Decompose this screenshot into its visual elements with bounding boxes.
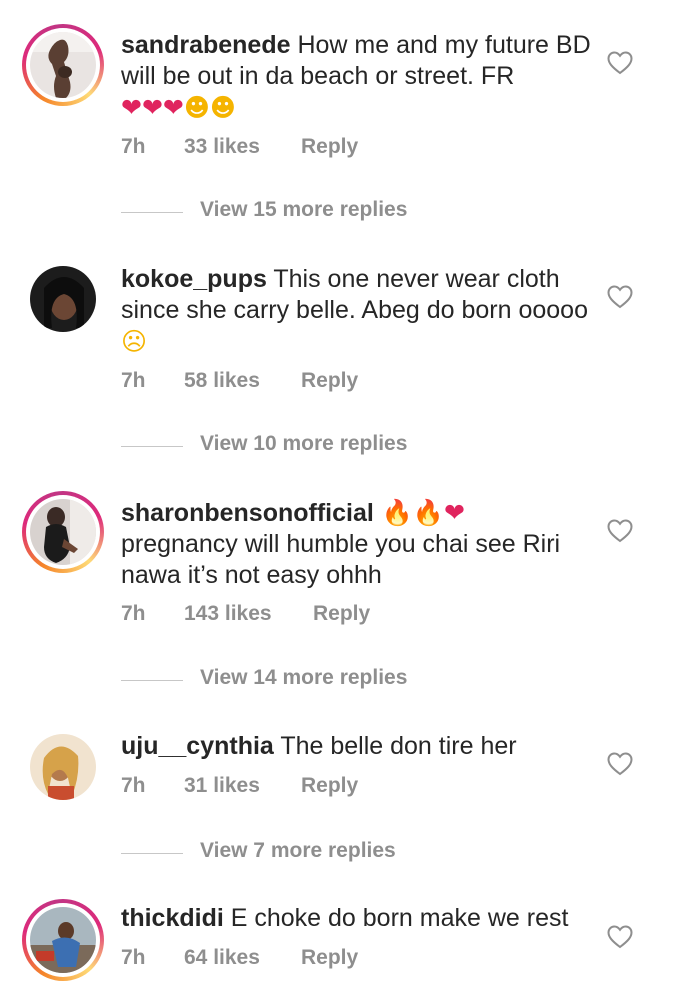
reply-button[interactable]: Reply <box>301 135 358 159</box>
comment-likes[interactable]: 64 likes <box>184 946 260 970</box>
comment-text: pregnancy will humble you chai see Riri … <box>121 530 561 589</box>
comment-username[interactable]: uju__cynthia <box>121 732 274 760</box>
comment-time: 7h <box>121 369 146 392</box>
emoji-hearts-faces: ❤❤❤☻☻ <box>121 93 236 122</box>
comment-time: 7h <box>121 774 146 797</box>
comment-body: sandrabenede How me and my future BD wil… <box>121 30 591 124</box>
comment-body: kokoe_pups This one never wear cloth sin… <box>121 264 591 358</box>
comment-text: The belle don tire her <box>273 732 517 760</box>
view-replies-label[interactable]: View 7 more replies <box>200 839 396 863</box>
comment-likes[interactable]: 33 likes <box>184 135 260 159</box>
heart-outline-icon[interactable] <box>607 519 633 543</box>
comment-time: 7h <box>121 946 146 969</box>
comment-body: sharonbensonofficial 🔥🔥❤ pregnancy will … <box>121 497 591 591</box>
comment-username[interactable]: sandrabenede <box>121 31 291 59</box>
comment-likes[interactable]: 143 likes <box>184 602 272 626</box>
comment-body: thickdidi E choke do born make we rest <box>121 903 591 934</box>
avatar[interactable] <box>30 734 96 800</box>
comment-time: 7h <box>121 602 146 625</box>
avatar[interactable] <box>22 24 104 106</box>
comment-time: 7h <box>121 135 146 158</box>
reply-button[interactable]: Reply <box>301 774 358 798</box>
heart-outline-icon[interactable] <box>607 752 633 776</box>
avatar-image <box>30 266 96 332</box>
avatar[interactable] <box>30 266 96 332</box>
view-replies-label[interactable]: View 14 more replies <box>200 666 407 690</box>
replies-divider <box>121 680 183 681</box>
comment-username[interactable]: kokoe_pups <box>121 265 267 293</box>
avatar-image <box>30 32 96 98</box>
heart-outline-icon[interactable] <box>607 925 633 949</box>
comment-body: uju__cynthia The belle don tire her <box>121 731 591 762</box>
emoji-crying-face: ☹ <box>121 327 148 356</box>
heart-outline-icon[interactable] <box>607 51 633 75</box>
heart-outline-icon[interactable] <box>607 285 633 309</box>
emoji-fire-heart: 🔥🔥❤ <box>381 498 465 527</box>
reply-button[interactable]: Reply <box>301 946 358 970</box>
avatar-image <box>30 907 96 973</box>
reply-button[interactable]: Reply <box>313 602 370 626</box>
comment-username[interactable]: thickdidi <box>121 904 224 932</box>
avatar[interactable] <box>22 491 104 573</box>
comment-likes[interactable]: 58 likes <box>184 369 260 393</box>
avatar-image <box>30 734 96 800</box>
avatar[interactable] <box>22 899 104 981</box>
comment-likes[interactable]: 31 likes <box>184 774 260 798</box>
view-replies-label[interactable]: View 10 more replies <box>200 432 407 456</box>
view-replies-label[interactable]: View 15 more replies <box>200 198 407 222</box>
reply-button[interactable]: Reply <box>301 369 358 393</box>
replies-divider <box>121 212 183 213</box>
avatar-image <box>30 499 96 565</box>
replies-divider <box>121 853 183 854</box>
comment-username[interactable]: sharonbensonofficial <box>121 499 374 527</box>
replies-divider <box>121 446 183 447</box>
comment-text: E choke do born make we rest <box>223 904 569 932</box>
